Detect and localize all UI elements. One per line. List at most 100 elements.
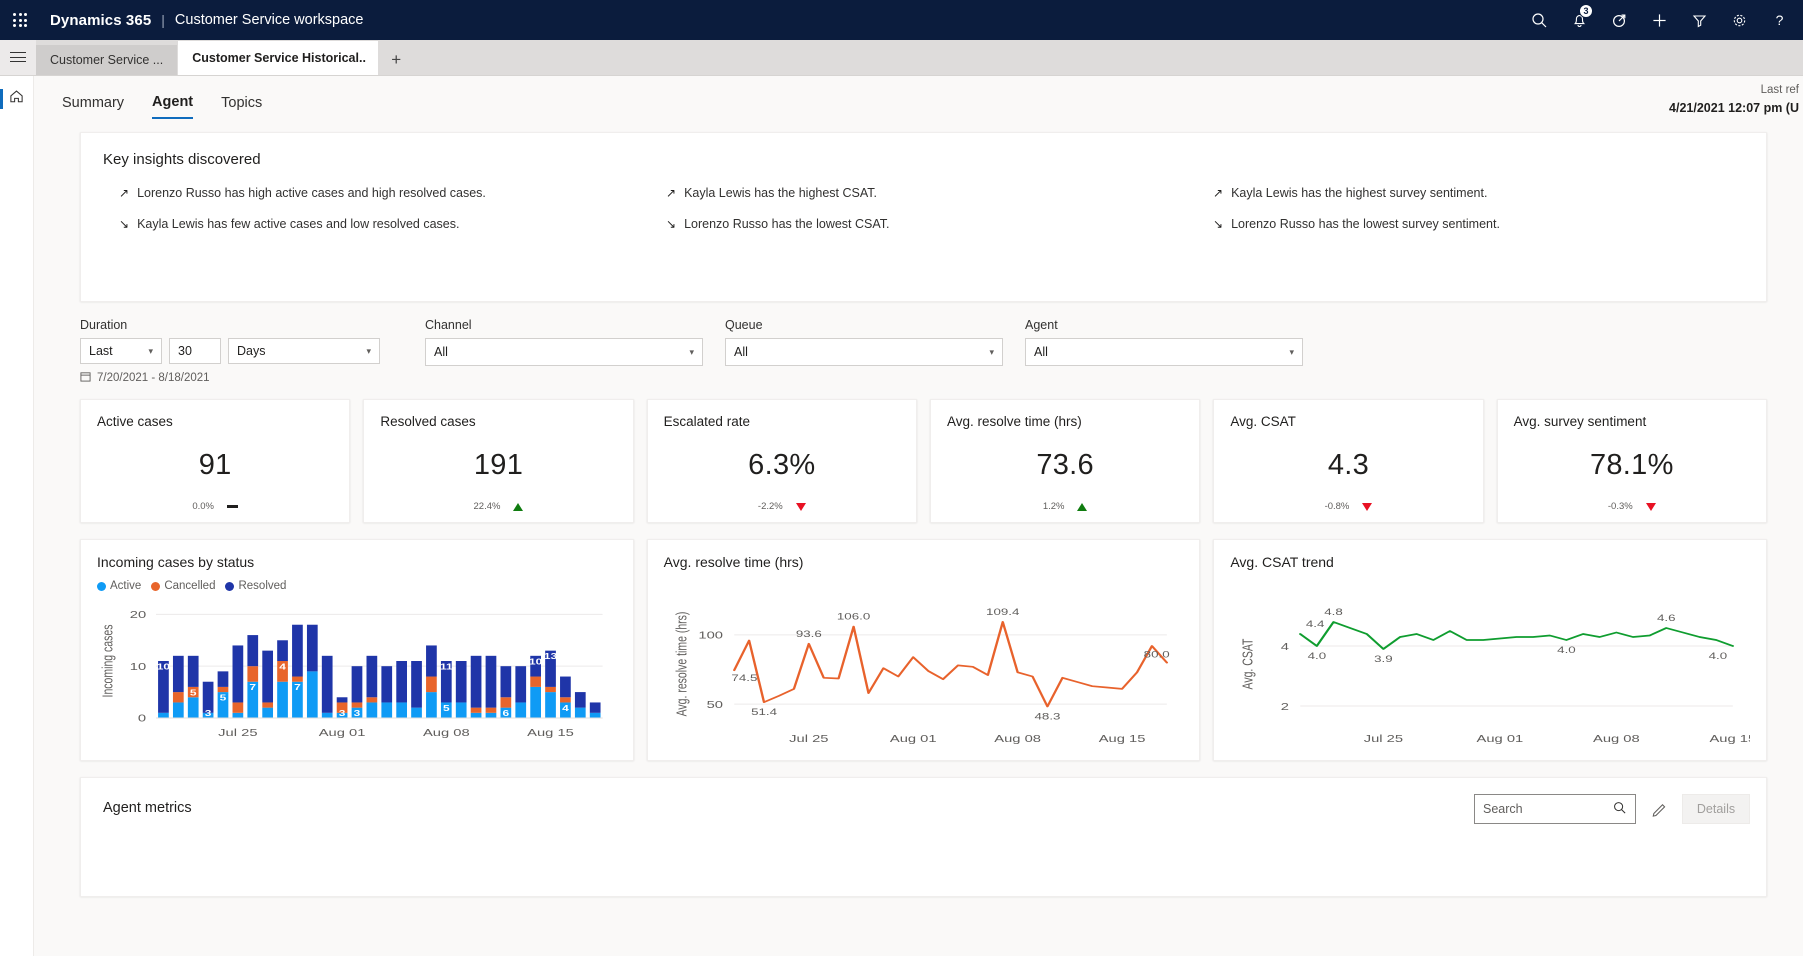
chart-title: Avg. resolve time (hrs)	[663, 554, 804, 570]
filter-duration: Duration Last ▾ 30 Days ▾ 7/20/2021 - 8/…	[80, 318, 425, 385]
trend-flat-icon	[226, 505, 238, 508]
search-icon[interactable]	[1519, 0, 1559, 40]
line-chart-plot-csat: 2 4 4.4 4.0 4.8 3.9 4.0 4.6 4.0 Jul 25 Aug 01 Aug 0…	[1230, 580, 1750, 752]
tab-summary[interactable]: Summary	[62, 95, 124, 118]
kpi-row: Active cases 91 0.0% Resolved cases 191 …	[80, 399, 1767, 523]
svg-text:Aug 01: Aug 01	[319, 726, 366, 738]
chart-row: Incoming cases by status Active Cancelle…	[80, 539, 1768, 761]
duration-operator-select[interactable]: Last ▾	[80, 338, 162, 364]
kpi-delta-text: -2.2%	[757, 501, 783, 512]
kpi-card-escalated-rate[interactable]: Escalated rate 6.3% -2.2%	[646, 399, 917, 523]
filter-label: Queue	[725, 318, 763, 332]
details-button[interactable]: Details	[1682, 794, 1750, 824]
svg-text:5: 5	[443, 704, 450, 713]
svg-text:Aug 08: Aug 08	[994, 732, 1041, 744]
filter-label: Duration	[80, 318, 128, 332]
kpi-title: Avg. CSAT	[1230, 414, 1296, 429]
hamburger-icon[interactable]	[0, 39, 36, 75]
kpi-value: 6.3%	[748, 448, 816, 481]
page-body: Summary Agent Topics Last ref 4/21/2021 …	[0, 76, 1803, 956]
trend-up-icon	[513, 502, 524, 511]
search-input[interactable]: Search	[1474, 794, 1636, 824]
kpi-delta: -0.3%	[1514, 501, 1750, 512]
kpi-card-avg-csat[interactable]: Avg. CSAT 4.3 -0.8%	[1213, 399, 1484, 523]
svg-text:20: 20	[130, 608, 146, 620]
dashboard-scroll-area[interactable]: Key insights discovered ↗ Lorenzo Russo …	[34, 122, 1803, 956]
queue-value: All	[734, 345, 748, 359]
line-chart-plot-resolve-time: 50 100 74.5 51.4 93.6 106.0 109.4 48.3 80.0 Jul 2…	[664, 580, 1184, 752]
legend-item-cancelled[interactable]: Cancelled	[151, 580, 215, 592]
insight-item: ↘ Kayla Lewis has few active cases and l…	[103, 217, 650, 232]
legend-dot-cancelled	[151, 581, 161, 591]
insight-text: Kayla Lewis has the highest survey senti…	[1231, 186, 1488, 200]
notification-badge: 3	[1579, 4, 1593, 18]
legend-label: Cancelled	[164, 580, 216, 592]
session-tab-label: Customer Service Historical..	[192, 51, 366, 65]
add-icon[interactable]	[1639, 0, 1679, 40]
kpi-card-active-cases[interactable]: Active cases 91 0.0%	[80, 399, 351, 523]
filter-bar: Duration Last ▾ 30 Days ▾ 7/20/2021 - 8/…	[80, 318, 1767, 385]
channel-value: All	[434, 345, 448, 359]
legend-item-active[interactable]: Active	[97, 580, 141, 592]
queue-select[interactable]: All ▾	[725, 338, 1003, 366]
svg-text:Aug 01: Aug 01	[1477, 732, 1524, 744]
svg-text:10: 10	[130, 660, 146, 672]
session-tab-strip: Customer Service ... Customer Service Hi…	[0, 39, 1803, 76]
kpi-card-avg-survey-sentiment[interactable]: Avg. survey sentiment 78.1% -0.3%	[1496, 399, 1767, 523]
svg-text:100: 100	[698, 629, 723, 641]
edit-columns-icon[interactable]	[1646, 796, 1672, 822]
chevron-down-icon: ▾	[366, 345, 371, 356]
chart-card-avg-csat-trend[interactable]: Avg. CSAT trend 2 4 4.4 4.0 4.8 3.9 4.0 4.6 4.0 J…	[1213, 539, 1768, 761]
svg-text:4.0: 4.0	[1709, 652, 1728, 662]
tab-agent[interactable]: Agent	[152, 94, 194, 119]
calendar-icon	[80, 371, 91, 385]
duration-unit-select[interactable]: Days ▾	[228, 338, 380, 364]
assistant-icon[interactable]	[1599, 0, 1639, 40]
notification-bell-icon[interactable]: 3	[1559, 0, 1599, 40]
kpi-delta-text: -0.8%	[1324, 501, 1350, 512]
trend-up-arrow-icon: ↗	[1213, 186, 1224, 200]
insight-text: Kayla Lewis has the highest CSAT.	[684, 186, 877, 200]
top-navigation-bar: Dynamics 365 | Customer Service workspac…	[0, 0, 1803, 40]
kpi-value: 191	[473, 448, 524, 481]
svg-text:4.0: 4.0	[1558, 646, 1577, 656]
trend-down-arrow-icon: ↘	[1213, 217, 1224, 231]
session-tab-1[interactable]: Customer Service Historical.. ✕	[178, 41, 379, 75]
tab-topics[interactable]: Topics	[221, 95, 262, 118]
search-icon[interactable]	[1613, 801, 1627, 818]
filter-icon[interactable]	[1679, 0, 1719, 40]
svg-text:Avg. CSAT: Avg. CSAT	[1239, 638, 1256, 689]
channel-select[interactable]: All ▾	[425, 338, 703, 366]
app-launcher-icon[interactable]	[0, 0, 40, 40]
chart-card-avg-resolve-time[interactable]: Avg. resolve time (hrs) 50 100 74.5 51.4 93.…	[646, 539, 1201, 761]
insight-text: Kayla Lewis has few active cases and low…	[137, 217, 460, 231]
kpi-delta-text: -0.3%	[1607, 501, 1633, 512]
help-icon[interactable]: ?	[1759, 0, 1799, 40]
svg-text:51.4: 51.4	[751, 708, 778, 718]
svg-text:Aug 15: Aug 15	[1098, 732, 1145, 744]
trend-down-icon	[1645, 502, 1656, 511]
session-tab-0[interactable]: Customer Service ...	[36, 45, 178, 75]
duration-amount-input[interactable]: 30	[169, 338, 221, 364]
svg-text:74.5: 74.5	[731, 674, 757, 684]
insight-item: ↗ Kayla Lewis has the highest survey sen…	[1197, 186, 1744, 201]
gear-icon[interactable]	[1719, 0, 1759, 40]
svg-text:5: 5	[190, 689, 197, 698]
kpi-value: 73.6	[1036, 448, 1094, 481]
agent-select[interactable]: All ▾	[1025, 338, 1303, 366]
svg-text:5: 5	[220, 694, 227, 703]
duration-range: 7/20/2021 - 8/18/2021	[80, 371, 425, 385]
svg-text:4: 4	[279, 663, 286, 672]
chevron-down-icon: ▾	[148, 345, 153, 356]
svg-text:4: 4	[1281, 640, 1289, 652]
brand-separator: |	[161, 12, 165, 28]
chart-card-incoming-cases[interactable]: Incoming cases by status Active Cancelle…	[80, 539, 634, 761]
kpi-card-resolved-cases[interactable]: Resolved cases 191 22.4%	[363, 399, 634, 523]
add-tab-icon[interactable]: +	[379, 45, 413, 75]
sidebar-item-home[interactable]	[0, 82, 33, 116]
trend-up-icon	[1077, 502, 1088, 511]
kpi-card-avg-resolve-time[interactable]: Avg. resolve time (hrs) 73.6 1.2%	[929, 399, 1201, 523]
filter-queue: Queue All ▾	[725, 318, 1025, 385]
kpi-title: Avg. survey sentiment	[1513, 414, 1647, 429]
legend-item-resolved[interactable]: Resolved	[225, 580, 286, 592]
